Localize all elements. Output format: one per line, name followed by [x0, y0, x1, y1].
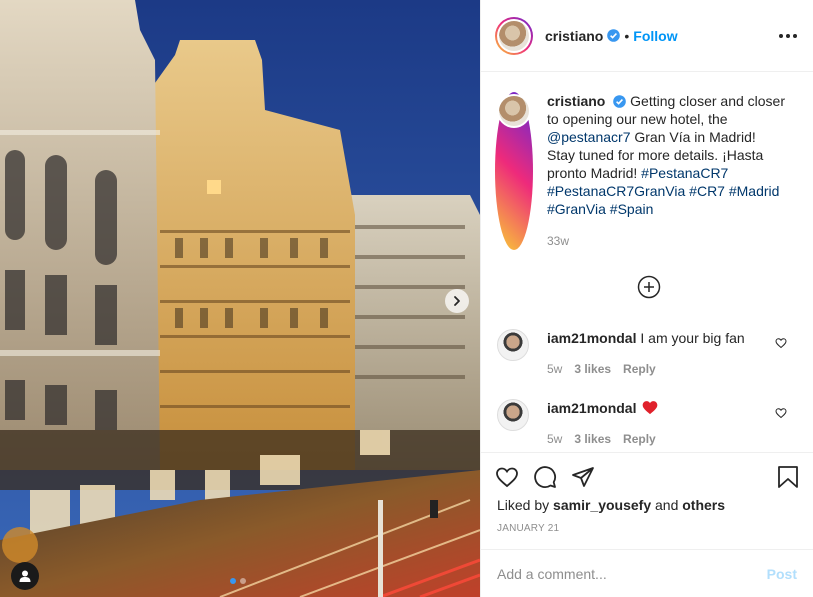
caption-link[interactable]: #Spain: [610, 201, 654, 217]
separator-dot: •: [624, 27, 630, 44]
caption-username[interactable]: cristiano: [547, 93, 605, 109]
comment-username[interactable]: iam21mondal: [547, 330, 636, 346]
like-button[interactable]: [495, 465, 519, 489]
commenter-avatar[interactable]: [497, 329, 529, 361]
caption-link[interactable]: #CR7: [689, 183, 725, 199]
reply-button[interactable]: Reply: [623, 360, 656, 378]
action-bar: [481, 452, 813, 500]
carousel-dot: [240, 578, 246, 584]
add-comment-bar: Post: [481, 549, 813, 597]
bookmark-icon: [778, 465, 798, 488]
comment-meta: 5w 3 likes Reply: [547, 360, 769, 378]
heart-outline-icon[interactable]: [775, 407, 787, 419]
comment-item: iam21mondal I am your big fan 5w 3 likes…: [497, 329, 797, 378]
comment-username[interactable]: iam21mondal: [547, 400, 636, 416]
verified-badge-icon: [607, 29, 621, 42]
hotel-street-image: [0, 0, 480, 597]
share-button[interactable]: [571, 465, 595, 489]
liked-by-text: Liked by samir_yousefy and others: [497, 497, 725, 513]
caption-timestamp[interactable]: 33w: [547, 232, 787, 250]
comment-icon: [534, 465, 557, 488]
comment-likes[interactable]: 3 likes: [574, 360, 611, 378]
caption-link[interactable]: #PestanaCR7GranVia: [547, 183, 685, 199]
heart-outline-icon: [496, 467, 518, 487]
caption-author-avatar[interactable]: [495, 92, 533, 250]
chevron-right-icon: [454, 296, 460, 306]
more-options-icon[interactable]: [779, 33, 797, 38]
caption-body: Getting closer and closer to opening our…: [547, 93, 785, 217]
user-tag-icon: [19, 570, 31, 582]
instagram-post-modal: cristiano • Follow cristiano Getting clo…: [0, 0, 813, 597]
liked-by-user[interactable]: samir_yousefy: [553, 497, 651, 513]
heart-outline-icon[interactable]: [775, 337, 787, 349]
comment-item: iam21mondal 5w 3 likes Reply: [497, 399, 797, 448]
comment-text: I am your big fan: [640, 330, 745, 346]
comment-likes[interactable]: 3 likes: [574, 430, 611, 448]
comment-time[interactable]: 5w: [547, 430, 562, 448]
red-heart-emoji-icon: [643, 401, 658, 415]
next-slide-button[interactable]: [445, 289, 469, 313]
comments-section: cristiano Getting closer and closer to o…: [481, 73, 813, 451]
reply-button[interactable]: Reply: [623, 430, 656, 448]
post-header: cristiano • Follow: [481, 0, 813, 72]
carousel-dot-active: [230, 578, 236, 584]
comment-body: iam21mondal 5w 3 likes Reply: [547, 399, 769, 448]
tagged-users-button[interactable]: [11, 562, 39, 590]
comment-time[interactable]: 5w: [547, 360, 562, 378]
liked-by-prefix: Liked by: [497, 497, 550, 513]
comment-input[interactable]: [497, 565, 767, 582]
post-date[interactable]: JANUARY 21: [497, 523, 559, 534]
follow-button[interactable]: Follow: [633, 28, 677, 44]
liked-by-others[interactable]: others: [682, 497, 725, 513]
commenter-avatar[interactable]: [497, 399, 529, 431]
plus-circle-icon[interactable]: [637, 275, 661, 299]
caption-link[interactable]: #PestanaCR7: [641, 165, 728, 181]
post-comment-button[interactable]: Post: [767, 566, 797, 582]
post-caption: cristiano Getting closer and closer to o…: [481, 73, 813, 250]
author-username[interactable]: cristiano: [545, 28, 603, 44]
caption-link[interactable]: #GranVia: [547, 201, 606, 217]
author-avatar[interactable]: [495, 16, 533, 55]
post-photo[interactable]: [0, 0, 480, 597]
post-details-panel: cristiano • Follow cristiano Getting clo…: [480, 0, 813, 597]
caption-text: cristiano Getting closer and closer to o…: [547, 92, 787, 250]
liked-by-conj: and: [655, 497, 679, 513]
carousel-indicator: [230, 578, 246, 584]
verified-badge-icon: [613, 95, 627, 108]
caption-link[interactable]: #Madrid: [729, 183, 780, 199]
caption-link[interactable]: @pestanacr7: [547, 129, 630, 145]
share-icon: [572, 466, 594, 487]
comment-body: iam21mondal I am your big fan 5w 3 likes…: [547, 329, 769, 378]
save-button[interactable]: [777, 465, 799, 489]
comment-meta: 5w 3 likes Reply: [547, 430, 769, 448]
comment-button[interactable]: [533, 465, 557, 489]
